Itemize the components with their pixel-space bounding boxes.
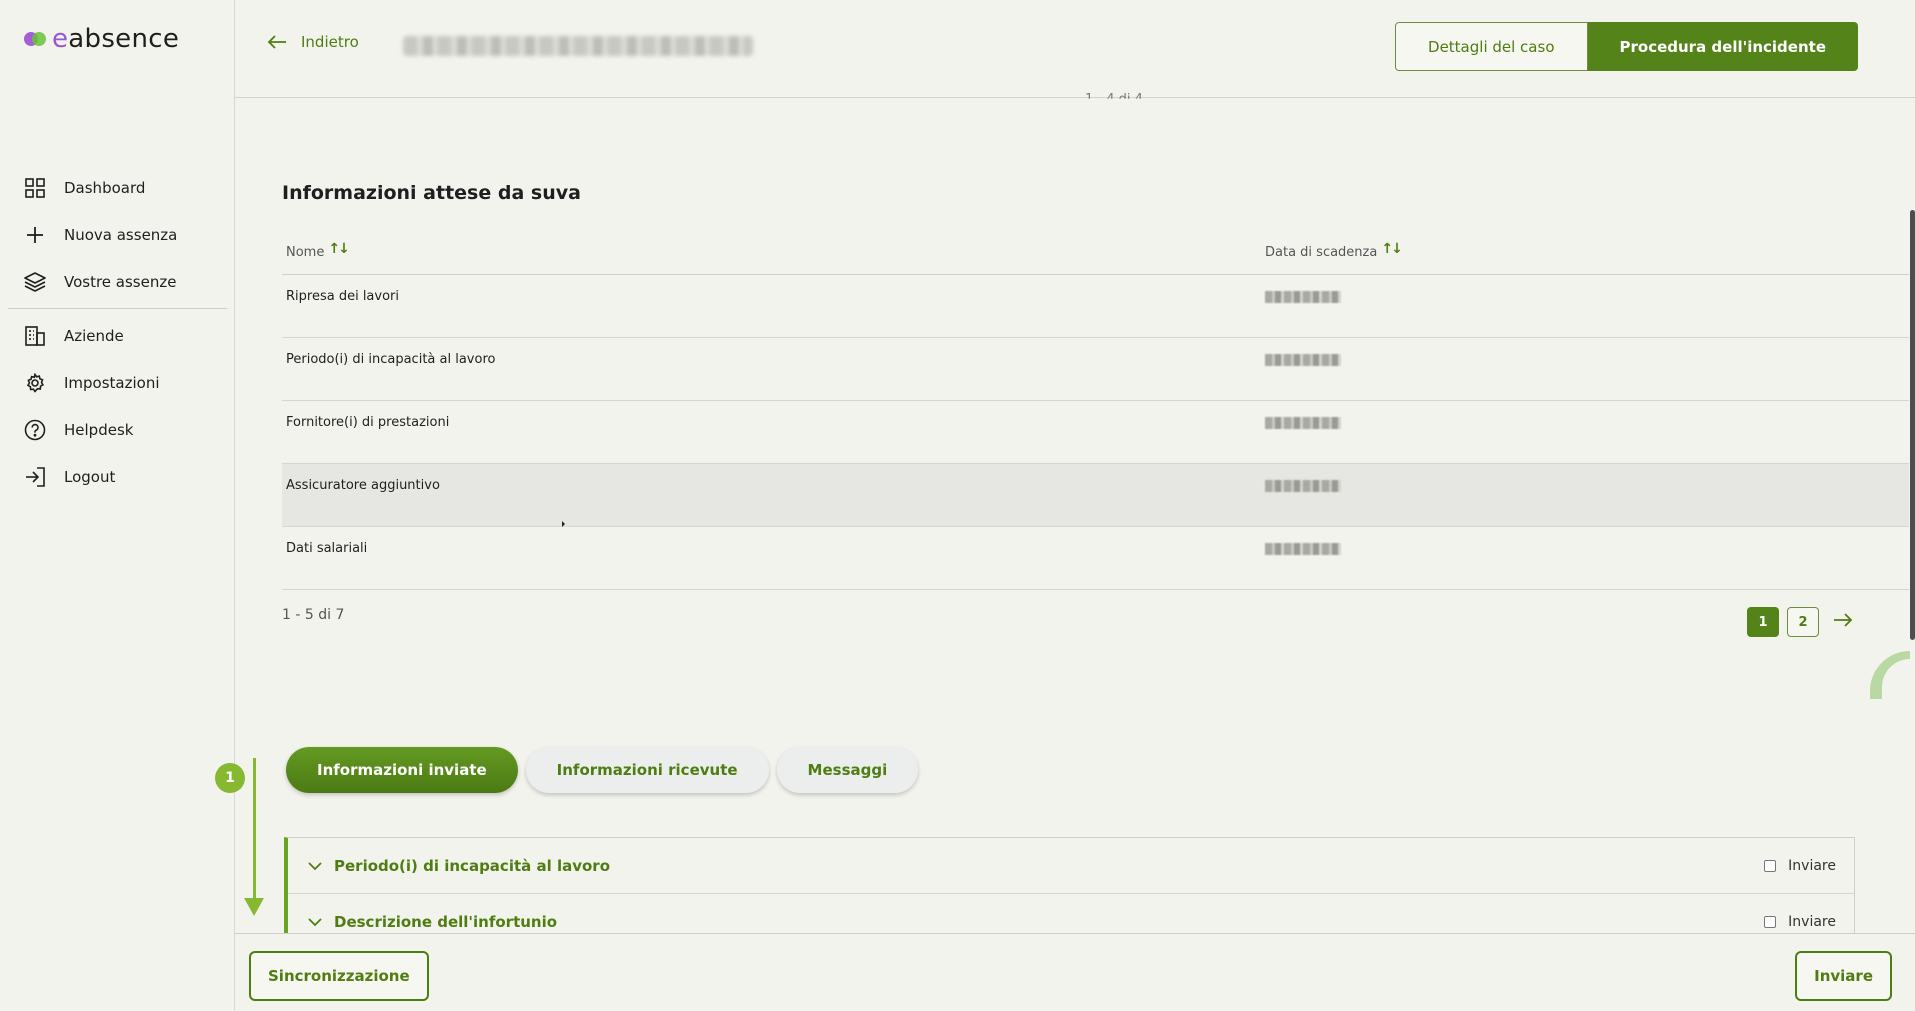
action-footer: Sincronizzazione Inviare — [235, 933, 1915, 1011]
due-date-redacted — [1265, 354, 1341, 366]
logo-text: absence — [68, 24, 180, 54]
accordion-title[interactable]: Descrizione dell'infortunio — [334, 913, 1764, 931]
due-date-redacted — [1265, 417, 1341, 429]
sidebar: e absence Dashboard Nuova assenza Vostre … — [0, 0, 235, 1011]
section-title: Informazioni attese da suva — [282, 182, 581, 204]
sidebar-item-label: Impostazioni — [64, 373, 160, 392]
back-label: Indietro — [301, 33, 359, 51]
next-page-arrow-icon[interactable] — [1833, 612, 1853, 632]
accordion-item[interactable]: Periodo(i) di incapacità al lavoro Invia… — [288, 838, 1854, 894]
sidebar-item-your-absences[interactable]: Vostre assenze — [0, 258, 235, 305]
tab-incident-procedure[interactable]: Procedura dell'incidente — [1587, 22, 1858, 71]
sort-icon[interactable]: ↑↓ — [328, 241, 350, 257]
gear-icon — [24, 372, 46, 394]
sidebar-item-label: Aziende — [64, 326, 124, 345]
due-date-redacted — [1265, 480, 1341, 492]
logo[interactable]: e absence — [24, 24, 179, 54]
sync-button[interactable]: Sincronizzazione — [249, 951, 429, 1001]
scroll-hint-arrow-icon — [244, 898, 264, 916]
send-checkbox[interactable] — [1764, 859, 1777, 872]
send-checkbox[interactable] — [1764, 915, 1777, 928]
chevron-down-icon[interactable] — [308, 856, 322, 875]
table-row[interactable]: Ripresa dei lavori — [282, 275, 1909, 338]
back-link[interactable]: Indietro — [267, 33, 359, 51]
sidebar-item-label: Vostre assenze — [64, 272, 177, 291]
accordion-title[interactable]: Periodo(i) di incapacità al lavoro — [334, 857, 1764, 875]
tab-info-sent[interactable]: Informazioni inviate — [286, 747, 518, 793]
row-name: Fornitore(i) di prestazioni — [286, 415, 450, 430]
help-circle-icon — [24, 419, 46, 441]
table-row[interactable]: Fornitore(i) di prestazioni — [282, 401, 1909, 464]
tab-info-received[interactable]: Informazioni ricevute — [525, 747, 769, 793]
case-view-tabs: Dettagli del caso Procedura dell'inciden… — [1395, 22, 1858, 71]
row-name: Assicuratore aggiuntivo — [286, 478, 440, 493]
sidebar-item-new-absence[interactable]: Nuova assenza — [0, 211, 235, 258]
step-badge: 1 — [215, 763, 245, 793]
row-name: Dati salariali — [286, 541, 368, 556]
column-header-due-date[interactable]: Data di scadenza ↑↓ — [1265, 241, 1909, 260]
side-widget-tab[interactable] — [1870, 651, 1910, 699]
expected-info-table: Nome ↑↓ Data di scadenza ↑↓ Ripresa dei … — [282, 230, 1909, 590]
send-checkbox-group[interactable]: Inviare — [1764, 914, 1836, 930]
due-date-redacted — [1265, 543, 1341, 555]
layers-icon — [24, 271, 46, 293]
table-row[interactable]: Periodo(i) di incapacità al lavoro — [282, 338, 1909, 401]
logout-icon — [24, 466, 46, 488]
send-button[interactable]: Inviare — [1795, 951, 1892, 1001]
nav-divider — [8, 308, 227, 309]
previous-count-label: 1 - 4 di 4 — [1085, 92, 1143, 107]
row-name: Ripresa dei lavori — [286, 289, 400, 304]
grid-icon — [24, 177, 46, 199]
column-header-label: Nome — [286, 244, 325, 260]
page-button-1[interactable]: 1 — [1747, 607, 1779, 637]
pagination-count: 1 - 5 di 7 — [282, 607, 345, 623]
page-button-2[interactable]: 2 — [1787, 607, 1819, 637]
table-row[interactable]: Dati salariali — [282, 527, 1909, 590]
table-header: Nome ↑↓ Data di scadenza ↑↓ — [282, 230, 1909, 275]
plus-icon — [24, 224, 46, 246]
sort-icon[interactable]: ↑↓ — [1381, 241, 1403, 257]
sidebar-item-label: Helpdesk — [64, 420, 134, 439]
info-tabs: Informazioni inviate Informazioni ricevu… — [286, 747, 926, 793]
tab-case-details[interactable]: Dettagli del caso — [1395, 22, 1588, 71]
case-title-redacted — [403, 36, 753, 56]
column-header-name[interactable]: Nome ↑↓ — [282, 241, 1265, 260]
tab-messages[interactable]: Messaggi — [776, 747, 919, 793]
sidebar-item-logout[interactable]: Logout — [0, 453, 235, 500]
mouse-cursor-icon — [562, 521, 565, 527]
top-bar: Indietro Dettagli del caso Procedura del… — [235, 0, 1915, 98]
building-icon — [24, 325, 46, 347]
logo-prefix: e — [52, 24, 69, 54]
sidebar-item-dashboard[interactable]: Dashboard — [0, 164, 235, 211]
chevron-down-icon[interactable] — [308, 912, 322, 931]
page-scrollbar[interactable] — [1910, 210, 1915, 640]
row-name: Periodo(i) di incapacità al lavoro — [286, 352, 496, 367]
sidebar-item-settings[interactable]: Impostazioni — [0, 359, 235, 406]
sidebar-nav: Dashboard Nuova assenza Vostre assenze A… — [0, 164, 235, 500]
column-header-label: Data di scadenza — [1265, 244, 1378, 260]
pagination: 1 2 — [1739, 607, 1853, 637]
due-date-redacted — [1265, 291, 1341, 303]
send-checkbox-group[interactable]: Inviare — [1764, 858, 1836, 874]
send-checkbox-label: Inviare — [1788, 857, 1836, 874]
sidebar-item-label: Dashboard — [64, 178, 146, 197]
sidebar-item-companies[interactable]: Aziende — [0, 312, 235, 359]
sidebar-item-label: Nuova assenza — [64, 225, 178, 244]
arrow-left-icon — [267, 35, 286, 49]
logo-mark-icon — [24, 31, 46, 47]
scroll-hint-line — [253, 758, 256, 908]
sidebar-item-helpdesk[interactable]: Helpdesk — [0, 406, 235, 453]
table-row-hovered[interactable]: Assicuratore aggiuntivo — [282, 464, 1909, 527]
send-checkbox-label: Inviare — [1788, 913, 1836, 930]
sidebar-item-label: Logout — [64, 467, 116, 486]
